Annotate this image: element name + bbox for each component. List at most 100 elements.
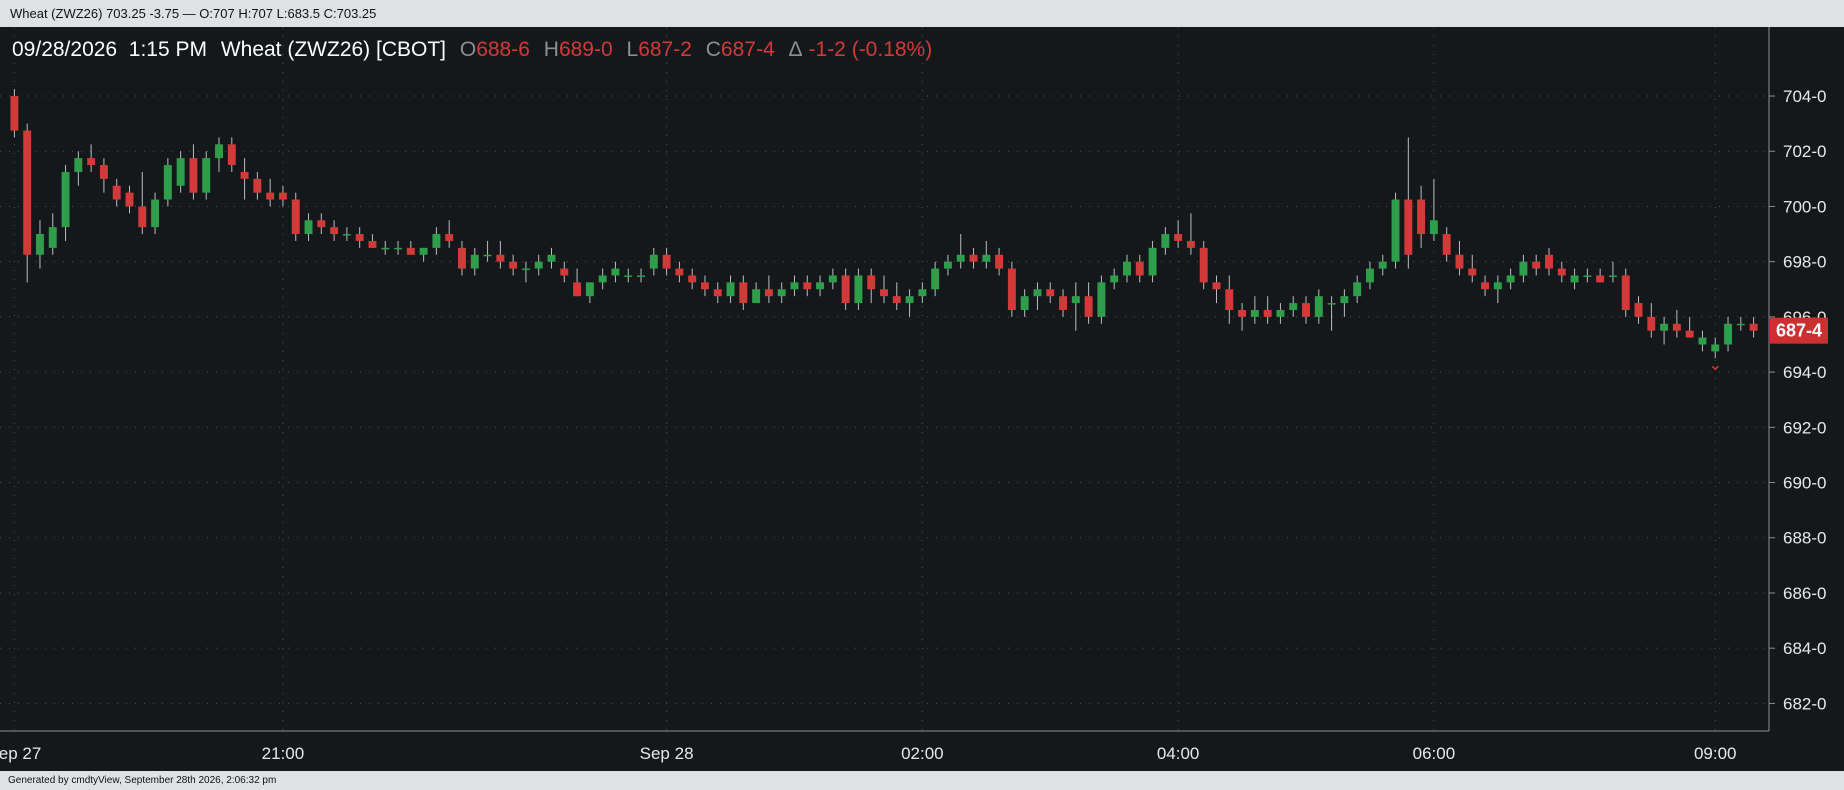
candle-body [23, 130, 32, 255]
y-tick-label: 698-0 [1783, 253, 1826, 272]
x-tick-label: 21:00 [262, 744, 305, 763]
y-tick-label: 688-0 [1783, 529, 1826, 548]
candle-body [458, 247, 466, 269]
candle-body [1046, 289, 1055, 297]
candle-body [1097, 282, 1106, 317]
candle-down [10, 89, 19, 138]
candle-body [36, 234, 44, 255]
candle-body [1519, 261, 1528, 276]
candle-body [931, 268, 940, 290]
candle-body [969, 254, 978, 262]
candle-body [1020, 296, 1029, 310]
x-tick-label: Sep 28 [640, 744, 694, 763]
candle-body [1123, 261, 1131, 276]
candle-body [1532, 261, 1541, 269]
candle-body [598, 275, 607, 283]
header-high-label: H [544, 38, 559, 61]
current-price-marker: 687-4 [1770, 317, 1828, 344]
candle-body [764, 289, 773, 297]
header-open-label: O [460, 38, 476, 61]
candle-body [854, 275, 863, 304]
candle-body [419, 247, 428, 255]
candle-body [1238, 309, 1247, 317]
candle-body [406, 247, 415, 255]
candle-body [624, 275, 633, 277]
candle-body [278, 192, 287, 200]
x-tick-label: 06:00 [1413, 744, 1456, 763]
candle-body [1621, 275, 1630, 310]
candle-body [1199, 247, 1208, 283]
candle-body [163, 165, 172, 200]
candle-body [816, 282, 825, 290]
price-chart[interactable]: 682-0684-0686-0688-0690-0692-0694-0696-0… [0, 27, 1844, 771]
candle-body [1468, 268, 1477, 276]
candle-body [1212, 282, 1221, 290]
header-low-value: 687-2 [638, 38, 692, 61]
candle-body [1647, 316, 1656, 331]
candle-body [138, 206, 147, 228]
candle-body [48, 227, 57, 248]
candle-body [61, 171, 70, 228]
candle-down [1007, 261, 1016, 317]
candle-body [649, 254, 658, 269]
candle-body [432, 234, 441, 248]
candle-body [892, 296, 901, 304]
x-tick-label: Sep 27 [0, 744, 41, 763]
candle-body [739, 282, 748, 304]
header-open-value: 688-6 [476, 38, 530, 61]
candle-body [1557, 268, 1566, 276]
candle-body [611, 268, 620, 276]
candle-body [1545, 254, 1553, 269]
candle-body [1455, 254, 1464, 269]
candle-body [112, 185, 121, 200]
candle-up [163, 158, 172, 207]
candle-body [1174, 234, 1183, 241]
candle-body [1340, 296, 1349, 304]
candle-body [713, 289, 722, 297]
candle-body [1365, 268, 1374, 283]
y-tick-label: 702-0 [1783, 142, 1826, 161]
candle-body [560, 268, 569, 276]
candle-body [445, 234, 454, 241]
candle-body [1711, 344, 1720, 352]
candle-body [867, 275, 876, 290]
candle-body [521, 268, 530, 271]
x-tick-label: 02:00 [901, 744, 944, 763]
candle-body [291, 199, 300, 235]
candle-body [726, 282, 735, 297]
header-high-value: 689-0 [559, 38, 613, 61]
header-low-label: L [627, 38, 639, 61]
candle-body [509, 261, 518, 269]
candle-body [1161, 234, 1170, 248]
candle-body [943, 261, 952, 269]
candle-body [688, 275, 697, 283]
candle-body [1506, 275, 1515, 283]
y-tick-label: 692-0 [1783, 418, 1826, 437]
candle-body [1685, 330, 1694, 338]
header-symbol: Wheat (ZWZ26) [CBOT] [221, 38, 446, 61]
candle-body [1570, 275, 1579, 283]
y-tick-label: 684-0 [1783, 639, 1826, 658]
candle-body [1596, 275, 1605, 283]
candle-up [1097, 275, 1106, 324]
candle-body [1404, 199, 1413, 255]
candle-body [675, 268, 684, 276]
candle-body [547, 254, 556, 262]
candle-body [1250, 309, 1259, 317]
candle-body [151, 199, 160, 228]
candle-body [662, 254, 671, 269]
y-tick-label: 704-0 [1783, 87, 1826, 106]
candle-down [1199, 240, 1208, 290]
candle-body [1007, 268, 1016, 310]
candle-body [483, 254, 492, 257]
candle-body [202, 158, 211, 193]
candle-body [1071, 296, 1080, 304]
candle-body [330, 227, 339, 235]
candle-body [87, 158, 96, 166]
candle-body [1583, 275, 1592, 277]
candle-body [1608, 275, 1617, 277]
candle-down [1621, 268, 1630, 317]
candle-body [1148, 247, 1157, 276]
candle-body [304, 220, 313, 235]
candle-body [470, 254, 479, 269]
